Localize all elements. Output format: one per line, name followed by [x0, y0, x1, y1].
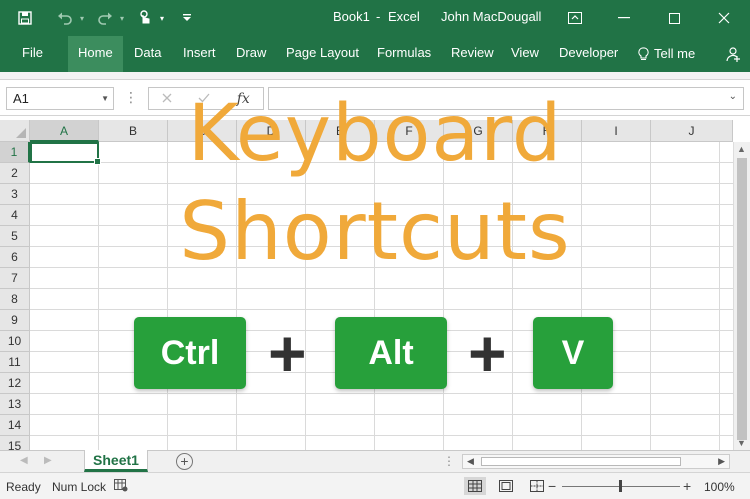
next-sheet-icon[interactable]: ▶	[44, 455, 52, 466]
share-icon[interactable]	[725, 46, 741, 65]
scroll-right-icon[interactable]: ▶	[718, 456, 725, 467]
gridline	[581, 142, 582, 450]
plus-sign: +	[268, 316, 307, 390]
quick-access-toolbar: ▾ ▾ ▾	[14, 7, 198, 29]
chevron-down-icon[interactable]: ▾	[160, 14, 164, 23]
scrollbar-thumb[interactable]	[481, 457, 681, 466]
status-ready: Ready	[6, 480, 41, 494]
gridline	[98, 142, 99, 450]
gridline	[30, 183, 750, 184]
redo-icon[interactable]	[94, 7, 116, 29]
maximize-icon[interactable]	[660, 6, 688, 30]
page-layout-view-icon[interactable]	[495, 477, 517, 495]
tell-me-label: Tell me	[654, 46, 696, 61]
ribbon-collapsed-strip	[0, 72, 750, 80]
key-v: V	[533, 317, 613, 389]
tab-formulas[interactable]: Formulas	[367, 36, 441, 72]
save-icon[interactable]	[14, 7, 36, 29]
overlay-title-shortcuts: Shortcuts	[179, 185, 571, 278]
tab-review[interactable]: Review	[441, 36, 504, 72]
row-header[interactable]: 14	[0, 415, 30, 436]
tell-me-search[interactable]: Tell me	[628, 36, 705, 72]
scroll-left-icon[interactable]: ◀	[467, 456, 474, 467]
tab-insert[interactable]: Insert	[173, 36, 226, 72]
chevron-down-icon[interactable]: ▾	[120, 14, 124, 23]
vertical-scrollbar[interactable]: ▲ ▼	[733, 142, 750, 450]
row-header[interactable]: 8	[0, 289, 30, 310]
status-bar: Ready Num Lock − + 100%	[0, 472, 750, 499]
gridline	[650, 142, 651, 450]
customize-qat-icon[interactable]	[176, 7, 198, 29]
gridline	[30, 435, 750, 436]
sheet-tabs-bar: ◀ ▶ Sheet1 + ⋮ ◀ ▶	[0, 450, 750, 472]
tab-file[interactable]: File	[10, 36, 55, 72]
gridline	[30, 288, 750, 289]
row-header[interactable]: 12	[0, 373, 30, 394]
zoom-in-button[interactable]: +	[683, 478, 691, 494]
horizontal-scrollbar[interactable]: ◀ ▶	[462, 454, 730, 469]
zoom-level[interactable]: 100%	[704, 480, 735, 494]
row-header[interactable]: 9	[0, 310, 30, 331]
tab-split-handle-icon[interactable]: ⋮	[443, 454, 455, 468]
ribbon-tabs: File Home Data Insert Draw Page Layout F…	[0, 36, 750, 72]
sheet-tab[interactable]: Sheet1	[84, 450, 148, 472]
ribbon-display-options-icon[interactable]	[561, 6, 589, 30]
tab-draw[interactable]: Draw	[226, 36, 276, 72]
gridline	[30, 414, 750, 415]
title-separator: -	[376, 9, 381, 24]
undo-icon[interactable]	[54, 7, 76, 29]
tab-home[interactable]: Home	[68, 36, 123, 72]
title-bar: ▾ ▾ ▾ Book1 - Excel John MacDougall	[0, 0, 750, 36]
minimize-icon[interactable]	[610, 6, 638, 30]
chevron-down-icon[interactable]: ▾	[80, 14, 84, 23]
user-name[interactable]: John MacDougall	[441, 9, 541, 24]
status-num-lock: Num Lock	[52, 480, 107, 494]
previous-sheet-icon[interactable]: ◀	[20, 455, 28, 466]
macro-recording-icon[interactable]	[114, 479, 128, 495]
key-ctrl: Ctrl	[134, 317, 246, 389]
tab-data[interactable]: Data	[124, 36, 171, 72]
tab-developer[interactable]: Developer	[549, 36, 628, 72]
key-alt: Alt	[335, 317, 447, 389]
tab-page-layout[interactable]: Page Layout	[276, 36, 369, 72]
zoom-out-button[interactable]: −	[548, 478, 556, 494]
plus-sign: +	[468, 316, 507, 390]
document-title: Book1	[333, 9, 370, 24]
zoom-slider-thumb[interactable]	[619, 480, 622, 492]
lightbulb-icon	[638, 46, 649, 60]
scroll-down-icon[interactable]: ▼	[737, 438, 746, 448]
row-header[interactable]: 11	[0, 352, 30, 373]
touch-mode-icon[interactable]	[134, 7, 156, 29]
overlay-title-keyboard: Keyboard	[187, 89, 563, 179]
gridline	[719, 142, 720, 450]
row-header[interactable]: 13	[0, 394, 30, 415]
gridline	[30, 393, 750, 394]
tab-view[interactable]: View	[501, 36, 549, 72]
close-icon[interactable]	[710, 6, 738, 30]
row-header[interactable]: 10	[0, 331, 30, 352]
normal-view-icon[interactable]	[464, 477, 486, 495]
page-break-preview-icon[interactable]	[526, 477, 548, 495]
gridline	[30, 309, 750, 310]
app-name: Excel	[388, 9, 420, 24]
row-header[interactable]: 15	[0, 436, 30, 450]
gridline	[167, 142, 168, 450]
add-sheet-button[interactable]: +	[176, 453, 193, 470]
